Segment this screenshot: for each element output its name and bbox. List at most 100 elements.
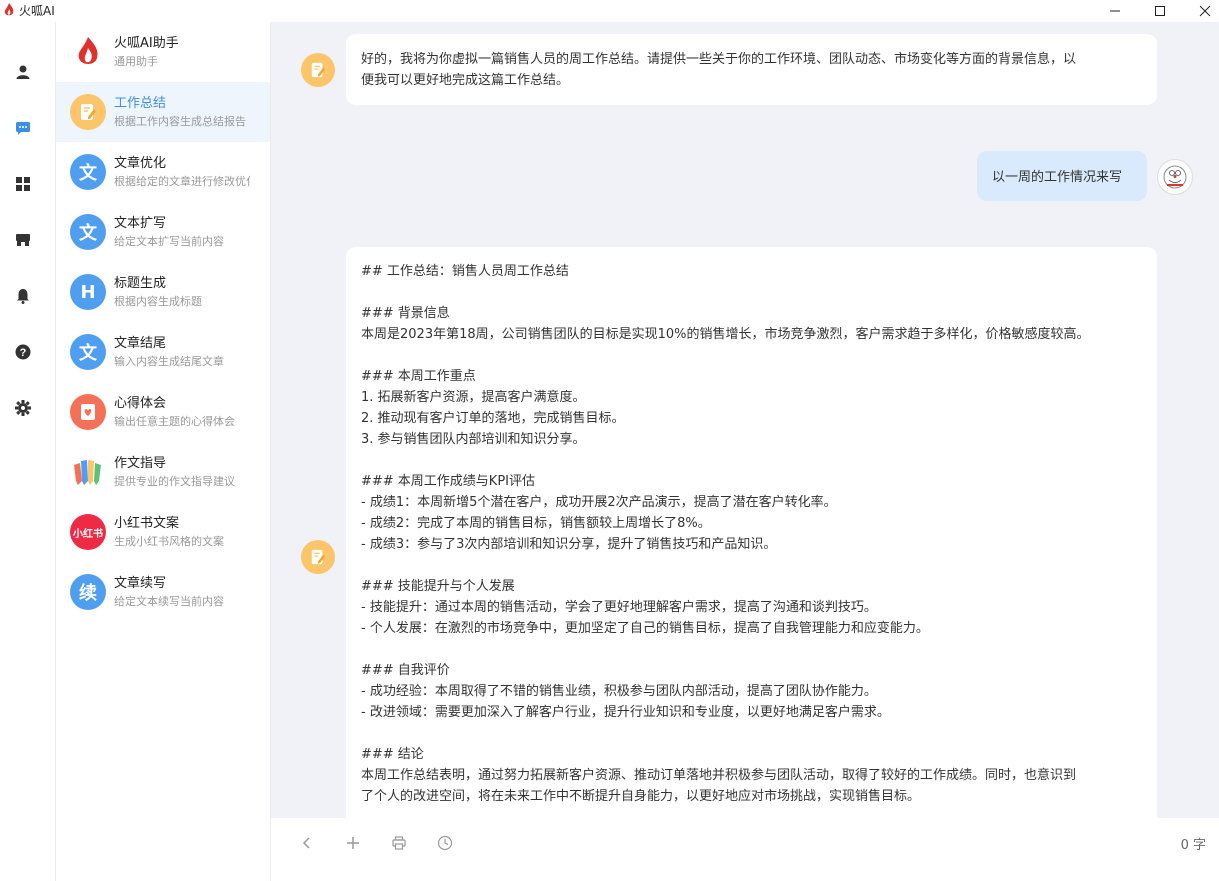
plus-icon [347, 837, 359, 849]
app-logo-icon [4, 3, 14, 16]
nav-settings[interactable] [13, 398, 33, 418]
assistant-item[interactable]: 心得体会 输出任意主题的心得体会 [56, 382, 270, 442]
assistant-name: 标题生成 [114, 276, 167, 291]
print-button[interactable] [388, 832, 410, 854]
message-line [361, 450, 1151, 471]
message-line: ## 工作总结：销售人员周工作总结 [361, 264, 569, 279]
message-line [361, 282, 1151, 303]
assistant-item[interactable]: 小红书 小红书文案 生成小红书风格的文案 [56, 502, 270, 562]
message-line: - 成绩3：参与了3次内部培训和知识分享，提升了销售技巧和产品知识。 [361, 537, 777, 552]
new-chat-button[interactable] [342, 832, 364, 854]
assistant-item[interactable]: 火呱AI助手 通用助手 [56, 22, 270, 82]
assistant-desc: 生成小红书风格的文案 [114, 535, 224, 548]
word-count: 0 字 [1180, 838, 1206, 853]
chat-toolbar: 0 字 [271, 818, 1219, 881]
assistant-item[interactable]: H 标题生成 根据内容生成标题 [56, 262, 270, 322]
message-line: ### 结论 [361, 747, 424, 762]
close-button[interactable] [1190, 0, 1219, 22]
user-icon [16, 65, 30, 79]
assistant-name: 小红书文案 [114, 516, 180, 531]
assistant-desc: 输出任意主题的心得体会 [114, 415, 235, 428]
message-line: ### 自我评价 [361, 663, 450, 678]
message-line: 3. 参与销售团队内部培训和知识分享。 [361, 432, 586, 447]
maximize-icon [1155, 6, 1165, 16]
assistant-desc: 根据给定的文章进行修改优化 [114, 175, 250, 188]
heart-card-icon [70, 394, 106, 430]
assistant-name: 工作总结 [114, 96, 167, 111]
bot-avatar [301, 53, 335, 87]
bot-message: 好的，我将为你虚拟一篇销售人员的周工作总结。请提供一些关于你的工作环境、团队动态… [346, 34, 1157, 105]
chat-icon [16, 122, 30, 135]
note-edit-icon [311, 62, 326, 78]
xu-badge-icon: 续 [70, 574, 106, 610]
assistant-name: 心得体会 [114, 396, 167, 411]
message-line: 本周工作总结表明，通过努力拓展新客户资源、推动订单落地并积极参与团队活动，取得了… [361, 768, 1077, 783]
assistant-desc: 提供专业的作文指导建议 [114, 475, 235, 488]
message-line: 好的，我将为你虚拟一篇销售人员的周工作总结。请提供一些关于你的工作环境、团队动态… [361, 52, 1077, 67]
xiaohongshu-logo-icon: 小红书 [70, 514, 106, 550]
user-message-text: 以一周的工作情况来写 [992, 170, 1123, 185]
back-button[interactable] [296, 832, 318, 854]
assistant-item[interactable]: 续 文章续写 给定文本续写当前内容 [56, 562, 270, 622]
chevron-left-icon [302, 837, 310, 849]
nav-rail: ? [0, 22, 56, 881]
minimize-button[interactable] [1100, 0, 1130, 22]
assistant-item[interactable]: 文 文本扩写 给定文本扩写当前内容 [56, 202, 270, 262]
message-line [361, 345, 1151, 366]
assistant-name: 文章续写 [114, 576, 167, 591]
nav-user[interactable] [13, 62, 33, 82]
note-edit-icon [70, 94, 106, 130]
wen-badge-icon: 文 [70, 334, 106, 370]
message-line: 2. 推动现有客户订单的落地，完成销售目标。 [361, 411, 625, 426]
message-line: 了个人的改进空间，将在未来工作中不断提升自身能力，以更好地应对市场挑战，实现销售… [361, 789, 921, 804]
message-line: - 个人发展：在激烈的市场竞争中，更加坚定了自己的销售目标，提高了自我管理能力和… [361, 621, 929, 636]
chat-area: 好的，我将为你虚拟一篇销售人员的周工作总结。请提供一些关于你的工作环境、团队动态… [271, 22, 1219, 818]
heading-badge-icon: H [70, 274, 106, 310]
doraemon-avatar-icon [1163, 165, 1187, 189]
nav-chat[interactable] [13, 118, 33, 138]
svg-text:?: ? [20, 347, 27, 359]
assistant-desc: 根据内容生成标题 [114, 295, 202, 308]
assistant-item[interactable]: 文 文章优化 根据给定的文章进行修改优化 [56, 142, 270, 202]
message-line: ### 技能提升与个人发展 [361, 579, 515, 594]
nav-store[interactable] [13, 230, 33, 250]
assistant-desc: 输入内容生成结尾文章 [114, 355, 224, 368]
message-line: 便我可以更好地完成这篇工作总结。 [361, 73, 570, 88]
assistant-name: 文章结尾 [114, 336, 167, 351]
history-button[interactable] [434, 832, 456, 854]
assistant-desc: 通用助手 [114, 55, 158, 68]
assistant-name: 作文指导 [114, 456, 167, 471]
bot-avatar [301, 540, 335, 574]
user-avatar [1157, 159, 1193, 195]
nav-help[interactable]: ? [13, 342, 33, 362]
flame-logo-icon [70, 34, 106, 70]
message-line: - 成绩2：完成了本周的销售目标，销售额较上周增长了8%。 [361, 516, 711, 531]
assistant-item[interactable]: 工作总结 根据工作内容生成总结报告 [56, 82, 270, 142]
gear-icon [15, 400, 31, 416]
clock-icon [437, 835, 453, 851]
message-line: - 技能提升：通过本周的销售活动，学会了更好地理解客户需求，提高了沟通和谈判技巧… [361, 600, 877, 615]
store-icon [16, 234, 30, 246]
message-line [361, 639, 1151, 660]
help-icon: ? [15, 344, 31, 360]
assistant-name: 文本扩写 [114, 216, 167, 231]
nav-apps[interactable] [13, 174, 33, 194]
assistant-name: 火呱AI助手 [114, 36, 179, 51]
assistant-desc: 给定文本续写当前内容 [114, 595, 224, 608]
message-line: ### 本周工作重点 [361, 369, 476, 384]
note-edit-icon [311, 549, 326, 565]
bot-message: ## 工作总结：销售人员周工作总结 ### 背景信息 本周是2023年第18周，… [346, 247, 1157, 818]
assistant-list: 火呱AI助手 通用助手 工作总结 根据工作内容生成总结报告 文 文章优化 根据给… [56, 22, 271, 881]
assistant-item[interactable]: 作文指导 提供专业的作文指导建议 [56, 442, 270, 502]
message-line: 本周是2023年第18周，公司销售团队的目标是实现10%的销售增长，市场竞争激烈… [361, 327, 1090, 342]
assistant-item[interactable]: 文 文章结尾 输入内容生成结尾文章 [56, 322, 270, 382]
wen-badge-icon: 文 [70, 214, 106, 250]
maximize-button[interactable] [1145, 0, 1175, 22]
wen-badge-icon: 文 [70, 154, 106, 190]
minimize-icon [1110, 10, 1120, 12]
bell-icon [17, 289, 29, 304]
nav-notifications[interactable] [13, 286, 33, 306]
window-title: 火呱AI [19, 4, 55, 18]
close-icon [1199, 5, 1211, 17]
message-line: 1. 拓展新客户资源，提高客户满意度。 [361, 390, 586, 405]
